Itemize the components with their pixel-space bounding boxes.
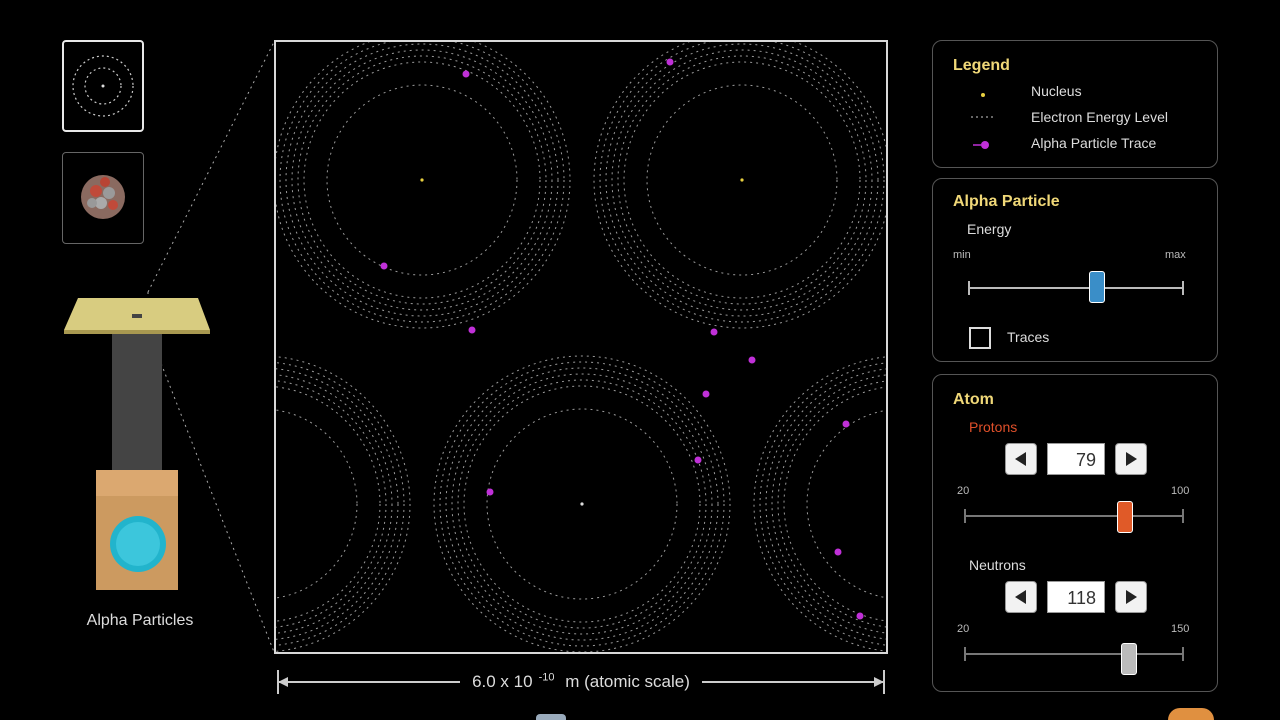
alpha-particle-title: Alpha Particle <box>953 193 1060 210</box>
nucleus-dot <box>580 502 584 506</box>
neutrons-slider-end-min <box>964 647 966 661</box>
right-arrow-icon <box>1126 452 1137 466</box>
neutrons-increase-button[interactable] <box>1115 581 1147 613</box>
gun-label: Alpha Particles <box>86 612 194 629</box>
traces-checkbox[interactable] <box>969 327 991 349</box>
energy-label: Energy <box>967 221 1012 237</box>
atom-panel: Atom Protons 79 20 100 Neutrons 118 20 1… <box>932 374 1218 692</box>
scale-bar: 6.0 x 10 -10 m (atomic scale) <box>274 668 888 698</box>
energy-slider-end-min <box>968 281 970 295</box>
atom <box>433 355 731 652</box>
atom <box>276 42 571 329</box>
nucleus-dot <box>740 178 744 182</box>
alpha-particle <box>486 488 494 496</box>
alpha-particle-gun[interactable] <box>96 334 178 590</box>
alpha-particle <box>380 262 388 270</box>
protons-min-label: 20 <box>957 485 970 497</box>
protons-increase-button[interactable] <box>1115 443 1147 475</box>
atom <box>753 356 886 652</box>
nucleus-dot-icon <box>981 93 985 97</box>
alpha-particle-panel: Alpha Particle Energy min max Traces <box>932 178 1218 362</box>
gold-foil-target <box>64 298 210 334</box>
protons-decrease-button[interactable] <box>1005 443 1037 475</box>
legend-panel: Legend Nucleus Electron Energy Level Alp… <box>932 40 1218 168</box>
alpha-particle <box>842 420 850 428</box>
atom-view <box>274 40 888 654</box>
neutrons-value[interactable]: 118 <box>1047 581 1105 613</box>
neutrons-decrease-button[interactable] <box>1005 581 1037 613</box>
alpha-particle-trace-icon <box>973 141 989 149</box>
atom-title: Atom <box>953 391 994 408</box>
neutrons-max-label: 150 <box>1171 623 1190 635</box>
neutrons-slider-track[interactable] <box>965 653 1183 655</box>
neutrons-min-label: 20 <box>957 623 970 635</box>
atom <box>276 356 411 652</box>
left-arrow-icon <box>1015 590 1026 604</box>
legend-item-alpha-trace: Alpha Particle Trace <box>1031 135 1157 151</box>
bottom-right-logo-icon <box>1168 708 1214 720</box>
nucleus-dot <box>420 178 424 182</box>
bottom-center-icon[interactable] <box>536 714 566 720</box>
protons-slider-track[interactable] <box>965 515 1183 517</box>
protons-max-label: 100 <box>1171 485 1190 497</box>
protons-value[interactable]: 79 <box>1047 443 1105 475</box>
legend-title: Legend <box>953 57 1010 74</box>
neutrons-label: Neutrons <box>969 557 1026 573</box>
scale-label: 6.0 x 10 -10 m (atomic scale) <box>274 671 888 692</box>
neutrons-slider-thumb[interactable] <box>1121 643 1137 675</box>
legend-item-energy-level: Electron Energy Level <box>1031 109 1168 125</box>
energy-slider-track[interactable] <box>969 287 1183 289</box>
traces-label: Traces <box>1007 329 1050 345</box>
alpha-particle <box>702 390 710 398</box>
alpha-particle <box>468 326 476 334</box>
alpha-particle <box>748 356 756 364</box>
left-arrow-icon <box>1015 452 1026 466</box>
alpha-particle <box>694 456 702 464</box>
alpha-particle <box>834 548 842 556</box>
atom <box>593 42 886 329</box>
alpha-particle <box>462 70 470 78</box>
protons-slider-end-min <box>964 509 966 523</box>
neutrons-slider-end-max <box>1182 647 1184 661</box>
right-arrow-icon <box>1126 590 1137 604</box>
energy-level-icon <box>971 116 995 118</box>
alpha-particle <box>710 328 718 336</box>
alpha-particle <box>856 612 864 620</box>
atom-canvas <box>276 42 886 652</box>
energy-slider-thumb[interactable] <box>1089 271 1106 303</box>
energy-max-label: max <box>1165 249 1186 261</box>
legend-item-nucleus: Nucleus <box>1031 83 1082 99</box>
protons-slider-thumb[interactable] <box>1117 501 1133 533</box>
protons-label: Protons <box>969 419 1018 435</box>
energy-slider-end-max <box>1182 281 1184 295</box>
energy-min-label: min <box>953 249 971 261</box>
alpha-particle <box>666 58 674 66</box>
protons-slider-end-max <box>1182 509 1184 523</box>
